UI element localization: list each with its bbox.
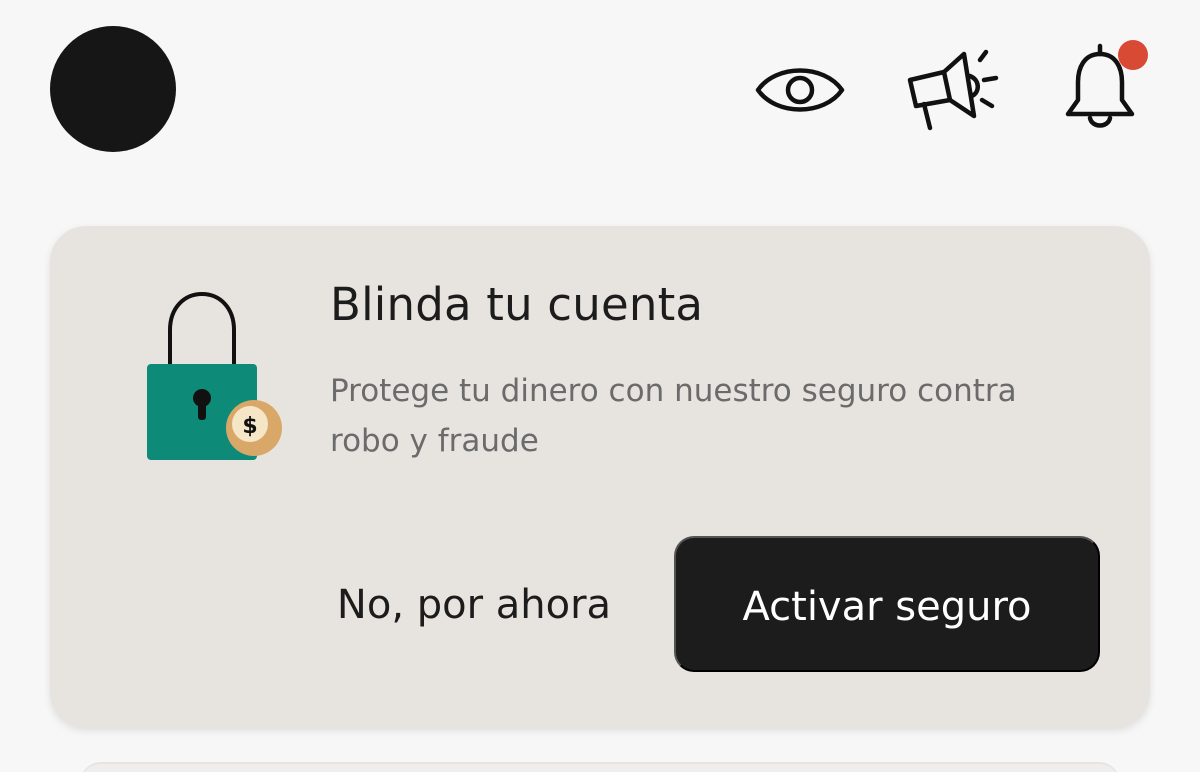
dismiss-button[interactable]: No, por ahora <box>304 536 644 672</box>
coin-symbol: $ <box>242 414 257 439</box>
activate-insurance-button[interactable]: Activar seguro <box>674 536 1100 672</box>
bell-icon[interactable] <box>1060 38 1154 132</box>
home-screen: $ Blinda tu cuenta Protege tu dinero con… <box>0 0 1200 772</box>
lock-with-coin-icon: $ <box>144 290 294 470</box>
eye-icon[interactable] <box>754 58 846 122</box>
card-title: Blinda tu cuenta <box>330 278 704 331</box>
card-description: Protege tu dinero con nuestro seguro con… <box>330 373 1017 459</box>
notification-badge <box>1118 40 1148 70</box>
avatar[interactable] <box>50 26 176 152</box>
megaphone-icon[interactable] <box>900 46 1000 132</box>
security-promo-card: $ Blinda tu cuenta Protege tu dinero con… <box>50 226 1150 728</box>
next-card <box>80 762 1120 772</box>
